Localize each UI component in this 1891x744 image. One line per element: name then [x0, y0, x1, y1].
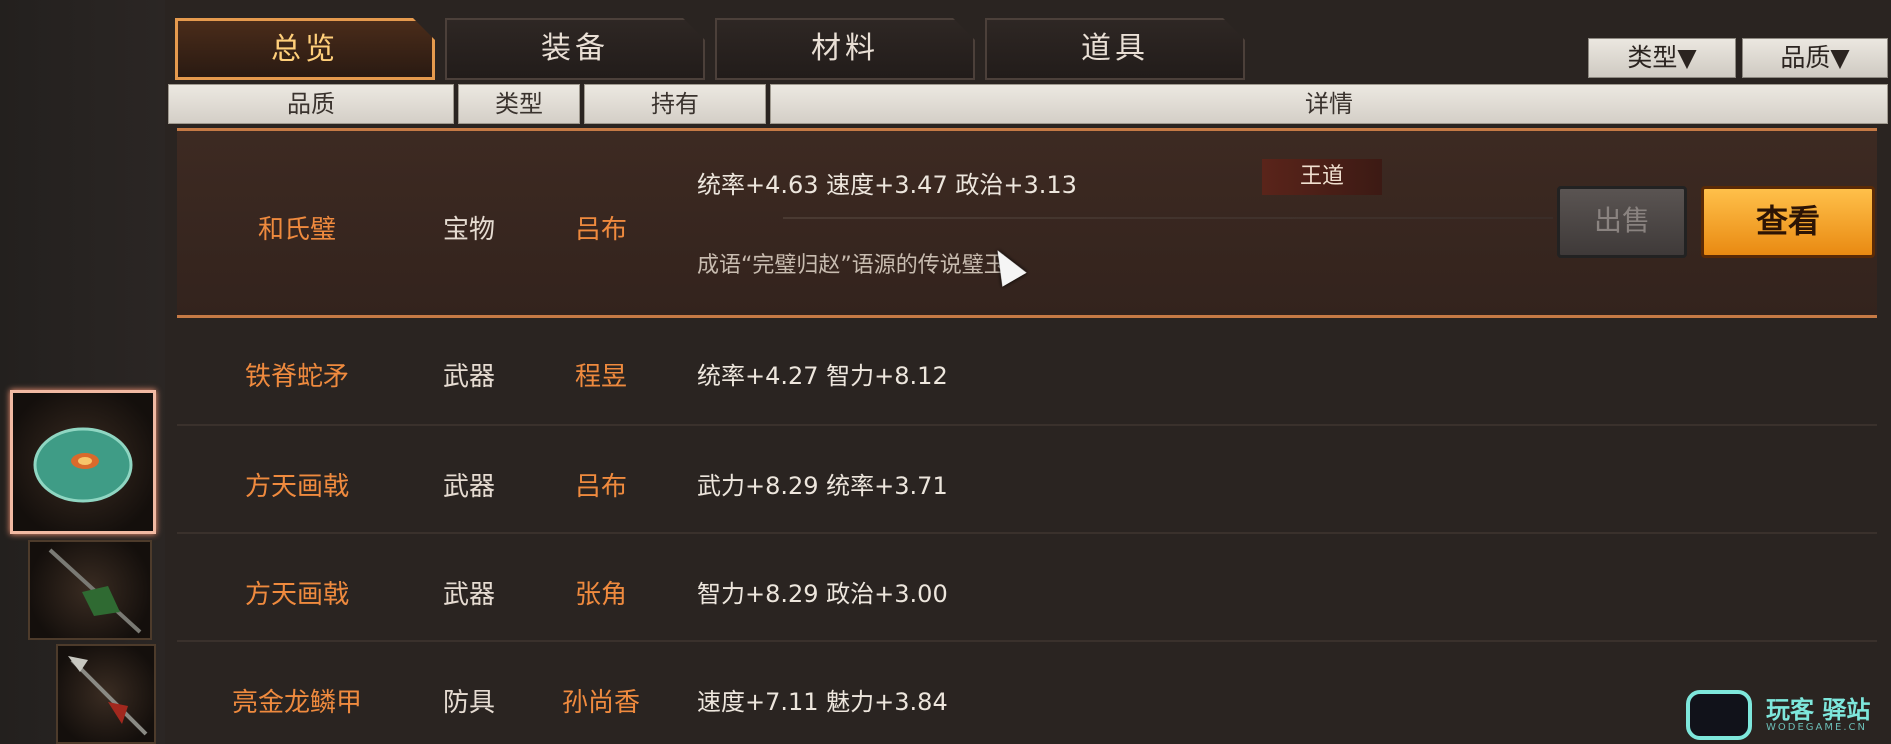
type-filter-dropdown[interactable]: 类型▼	[1588, 38, 1736, 78]
item-type: 武器	[442, 580, 495, 610]
jade-disc-icon	[33, 427, 133, 503]
trait-badge: 王道	[1262, 159, 1382, 195]
item-stats: 武力+8.29 统率+3.71	[697, 472, 948, 500]
quality-filter-dropdown[interactable]: 品质▼	[1742, 38, 1888, 78]
column-header-quality[interactable]: 品质	[168, 84, 454, 124]
tab-overview[interactable]: 总览	[175, 18, 435, 80]
sell-button[interactable]: 出售	[1557, 186, 1687, 258]
column-header-owner[interactable]: 持有	[584, 84, 766, 124]
column-header-type[interactable]: 类型	[458, 84, 580, 124]
item-owner: 程昱	[574, 362, 627, 392]
item-name: 方天画戟	[244, 580, 349, 610]
spear-icon	[48, 548, 142, 634]
item-stats: 统率+4.27 智力+8.12	[697, 362, 948, 390]
item-name: 和氏璧	[257, 215, 336, 245]
item-stats: 统率+4.63 速度+3.47 政治+3.13	[697, 171, 1077, 199]
item-name: 铁脊蛇矛	[244, 362, 349, 392]
watermark-logo: 玩客 驿站 WODEGAME.CN	[1686, 688, 1891, 744]
item-stats: 速度+7.11 魅力+3.84	[697, 688, 948, 716]
robot-logo-icon	[1686, 690, 1752, 740]
detail-divider	[783, 217, 1553, 219]
table-row[interactable]: 方天画戟 武器 吕布 武力+8.29 统率+3.71	[177, 428, 1877, 534]
spear-thumbnail[interactable]	[28, 540, 152, 640]
item-owner: 吕布	[574, 472, 627, 502]
item-thumbnail-strip	[0, 0, 165, 744]
halberd-icon	[68, 656, 148, 736]
item-description: 成语“完璧归赵”语源的传说璧玉	[697, 253, 1006, 278]
view-button[interactable]: 查看	[1701, 186, 1875, 258]
tab-items[interactable]: 道具	[985, 18, 1245, 80]
halberd-thumbnail[interactable]	[56, 644, 156, 744]
table-row[interactable]: 亮金龙鳞甲 防具 孙尚香 速度+7.11 魅力+3.84	[177, 644, 1877, 744]
column-header-detail: 详情	[770, 84, 1888, 124]
item-name: 方天画戟	[244, 472, 349, 502]
table-row[interactable]: 方天画戟 武器 张角 智力+8.29 政治+3.00	[177, 536, 1877, 642]
item-type: 武器	[442, 362, 495, 392]
tab-materials[interactable]: 材料	[715, 18, 975, 80]
item-type: 防具	[442, 688, 495, 718]
tab-equipment[interactable]: 装备	[445, 18, 705, 80]
item-owner: 吕布	[574, 215, 627, 245]
watermark-subtext: WODEGAME.CN	[1766, 722, 1867, 733]
jade-disc-thumbnail[interactable]	[10, 390, 156, 534]
watermark-text: 玩客 驿站	[1766, 696, 1871, 724]
item-owner: 张角	[574, 580, 627, 610]
item-type: 武器	[442, 472, 495, 502]
item-stats: 智力+8.29 政治+3.00	[697, 580, 948, 608]
item-owner: 孙尚香	[561, 688, 640, 718]
table-row[interactable]: 铁脊蛇矛 武器 程昱 统率+4.27 智力+8.12	[177, 322, 1877, 426]
item-name: 亮金龙鳞甲	[231, 688, 362, 718]
item-type: 宝物	[442, 215, 495, 245]
